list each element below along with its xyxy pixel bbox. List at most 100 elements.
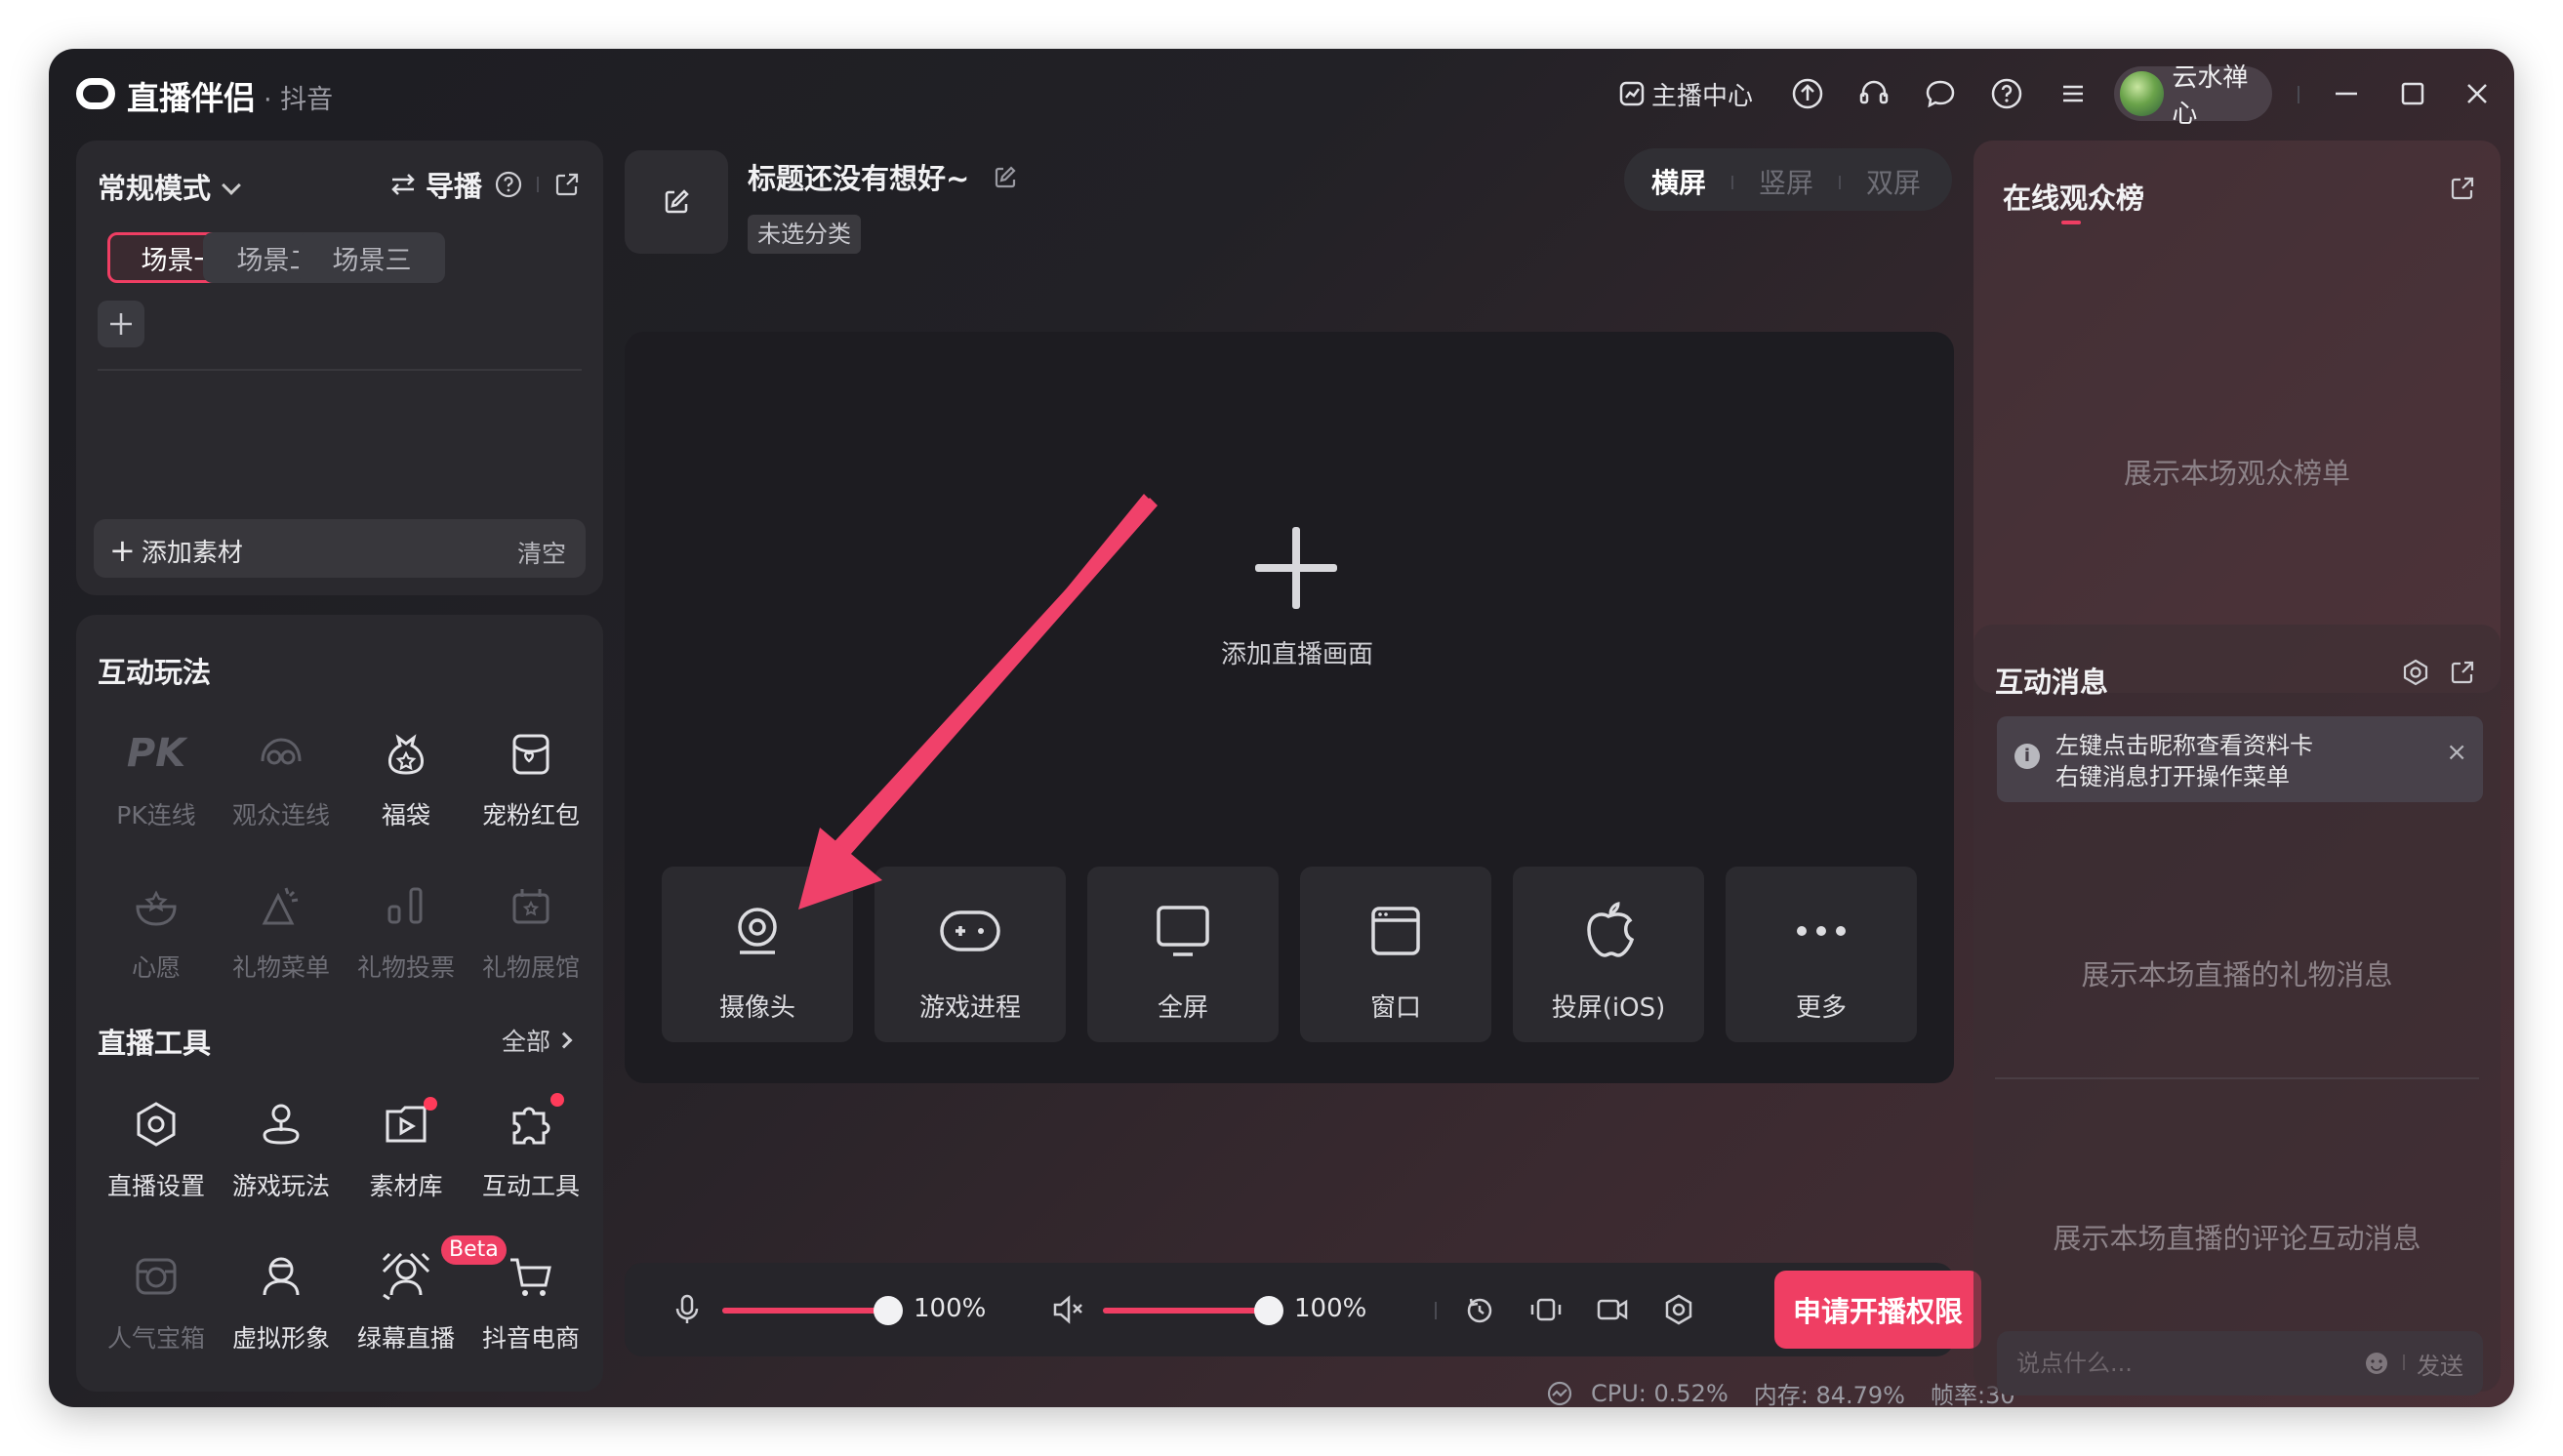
orientation-portrait[interactable]: 竖屏 bbox=[1759, 162, 1813, 201]
popout-icon[interactable] bbox=[552, 170, 582, 199]
tool-green-screen[interactable]: Beta 绿幕直播 bbox=[347, 1235, 507, 1362]
creator-center-label: 主播中心 bbox=[1651, 81, 1754, 111]
avatar bbox=[2120, 71, 2165, 116]
apply-go-live-button[interactable]: 申请开播权限 bbox=[1774, 1271, 1981, 1349]
support-button[interactable] bbox=[1854, 70, 1893, 117]
chevron-right-icon bbox=[555, 1031, 573, 1049]
app-window: 直播伴侣 · 抖音 主播中心 云水禅心 常规模式 导播 场景一 场景二 场景三 … bbox=[49, 49, 2514, 1407]
popout-icon[interactable] bbox=[2448, 658, 2477, 687]
input-separator bbox=[2403, 1355, 2405, 1370]
category-badge[interactable]: 未选分类 bbox=[748, 215, 861, 254]
audience-placeholder: 展示本场观众榜单 bbox=[2123, 457, 2350, 490]
tool-gift-hall[interactable]: 礼物展馆 bbox=[472, 874, 590, 991]
source-camera-button[interactable]: 摄像头 bbox=[662, 867, 853, 1042]
send-button[interactable]: 发送 bbox=[2417, 1347, 2463, 1381]
tool-treasure-box[interactable]: 人气宝箱 bbox=[98, 1245, 215, 1362]
comment-messages-placeholder: 展示本场直播的评论互动消息 bbox=[2053, 1222, 2421, 1255]
record-icon[interactable] bbox=[1593, 1290, 1632, 1329]
stream-title[interactable]: 标题还没有想好~ bbox=[748, 156, 1018, 197]
screen-rotate-icon[interactable] bbox=[1526, 1290, 1566, 1329]
tool-fan-red-packet[interactable]: 宠粉红包 bbox=[472, 722, 590, 839]
scene-tab-3[interactable]: 场景三 bbox=[299, 232, 445, 283]
lucky-bag-icon bbox=[375, 722, 437, 785]
tool-label: 直播设置 bbox=[106, 1172, 205, 1200]
tool-wish[interactable]: 心愿 bbox=[98, 874, 215, 991]
tool-interactive-tools[interactable]: 互动工具 bbox=[472, 1093, 590, 1210]
minimize-button[interactable] bbox=[2327, 70, 2366, 117]
close-notice-icon[interactable]: × bbox=[2446, 738, 2467, 767]
messages-divider bbox=[1995, 1077, 2479, 1079]
source-fullscreen-button[interactable]: 全屏 bbox=[1087, 867, 1279, 1042]
creator-center-button[interactable]: 主播中心 bbox=[1612, 70, 1753, 117]
cover-edit-button[interactable] bbox=[625, 150, 728, 254]
add-scene-button[interactable] bbox=[98, 301, 144, 347]
edit-title-icon[interactable] bbox=[993, 165, 1018, 190]
gift-menu-icon bbox=[250, 874, 312, 937]
orientation-dual[interactable]: 双屏 bbox=[1866, 162, 1921, 201]
settings-icon[interactable] bbox=[2401, 658, 2430, 687]
emoji-icon[interactable] bbox=[2364, 1351, 2389, 1376]
settings-hex-icon bbox=[125, 1093, 187, 1155]
tool-audience-link[interactable]: 观众连线 bbox=[223, 722, 340, 839]
window-icon bbox=[1357, 892, 1435, 970]
speaker-volume-knob[interactable] bbox=[1254, 1296, 1283, 1325]
clear-button[interactable]: 清空 bbox=[517, 535, 566, 570]
upload-button[interactable] bbox=[1788, 70, 1827, 117]
tool-game-play[interactable]: 游戏玩法 bbox=[223, 1093, 340, 1210]
orientation-landscape[interactable]: 横屏 bbox=[1651, 162, 1706, 201]
edit-icon bbox=[665, 189, 689, 214]
gift-vote-icon bbox=[375, 874, 437, 937]
tool-douyin-shop[interactable]: 抖音电商 bbox=[472, 1245, 590, 1362]
scene-divider bbox=[98, 369, 582, 371]
mic-volume-slider[interactable] bbox=[722, 1308, 888, 1314]
replay-icon[interactable] bbox=[1460, 1290, 1499, 1329]
switch-icon bbox=[391, 174, 415, 195]
add-scene-plus-icon[interactable] bbox=[1255, 527, 1337, 609]
tool-virtual-avatar[interactable]: 虚拟形象 bbox=[223, 1245, 340, 1362]
tool-label: 心愿 bbox=[131, 953, 181, 982]
source-game-button[interactable]: 游戏进程 bbox=[875, 867, 1066, 1042]
speaker-volume-slider[interactable] bbox=[1103, 1308, 1269, 1314]
guide-button[interactable]: 导播 bbox=[388, 164, 582, 205]
joystick-icon bbox=[250, 1093, 312, 1155]
chat-button[interactable] bbox=[1921, 70, 1960, 117]
scene-panel: 常规模式 导播 场景一 场景二 场景三 + 添加素材 清空 bbox=[76, 141, 603, 595]
guide-label: 导播 bbox=[426, 170, 483, 203]
tool-gift-vote[interactable]: 礼物投票 bbox=[347, 874, 465, 991]
info-icon: i bbox=[2014, 744, 2040, 769]
all-tools-link[interactable]: 全部 bbox=[502, 1023, 573, 1058]
user-profile-chip[interactable]: 云水禅心 bbox=[2114, 63, 2272, 129]
help-icon[interactable] bbox=[494, 170, 523, 199]
messages-title: 互动消息 bbox=[1995, 666, 2109, 699]
tool-media-library[interactable]: 素材库 bbox=[347, 1093, 465, 1210]
platform-label: · 抖音 bbox=[264, 85, 334, 115]
microphone-icon[interactable] bbox=[668, 1290, 707, 1329]
menu-button[interactable] bbox=[2054, 70, 2093, 117]
comment-input[interactable] bbox=[2016, 1347, 2339, 1380]
mic-volume-knob[interactable] bbox=[874, 1296, 903, 1325]
tool-pk-link[interactable]: PK PK连线 bbox=[98, 722, 215, 839]
help-button[interactable] bbox=[1987, 70, 2026, 117]
source-window-button[interactable]: 窗口 bbox=[1300, 867, 1491, 1042]
add-material-bar: + 添加素材 清空 bbox=[94, 519, 586, 578]
speaker-muted-icon[interactable] bbox=[1048, 1290, 1087, 1329]
stream-title-text: 标题还没有想好~ bbox=[748, 162, 970, 195]
close-button[interactable] bbox=[2458, 70, 2497, 117]
new-badge-dot bbox=[424, 1097, 437, 1111]
notice-line-1: 左键点击昵称查看资料卡 bbox=[2055, 732, 2313, 759]
bar-separator bbox=[1435, 1302, 1437, 1319]
popout-icon[interactable] bbox=[2448, 174, 2477, 203]
maximize-button[interactable] bbox=[2393, 70, 2432, 117]
headset-icon bbox=[1854, 74, 1893, 113]
add-material-button[interactable]: + 添加素材 bbox=[109, 533, 243, 569]
tool-lucky-bag[interactable]: 福袋 bbox=[347, 722, 465, 839]
mode-selector[interactable]: 常规模式 bbox=[98, 166, 241, 207]
source-label: 摄像头 bbox=[718, 993, 795, 1023]
plus-icon bbox=[110, 313, 132, 335]
source-ios-cast-button[interactable]: 投屏(iOS) bbox=[1513, 867, 1704, 1042]
tool-live-settings[interactable]: 直播设置 bbox=[98, 1093, 215, 1210]
settings-icon[interactable] bbox=[1659, 1290, 1698, 1329]
app-name: 直播伴侣 bbox=[127, 79, 256, 117]
tool-gift-menu[interactable]: 礼物菜单 bbox=[223, 874, 340, 991]
source-more-button[interactable]: 更多 bbox=[1726, 867, 1917, 1042]
